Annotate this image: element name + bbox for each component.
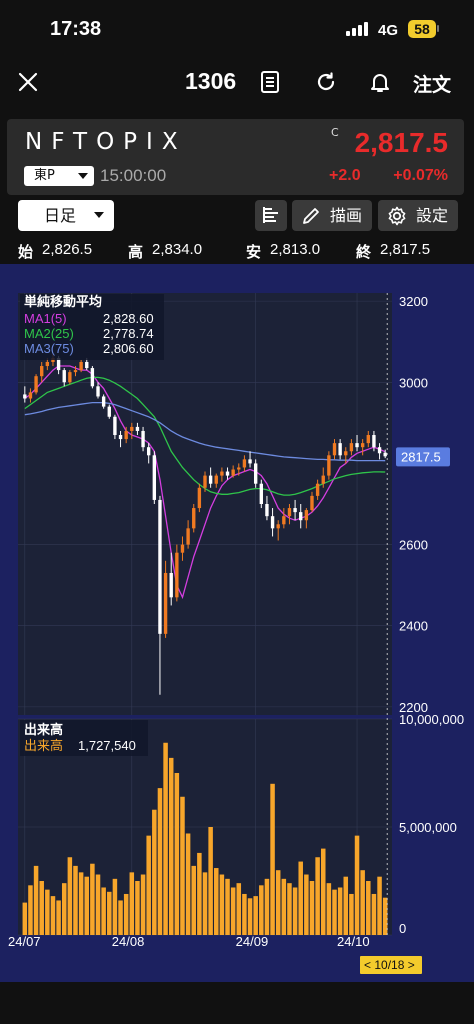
period-select[interactable]: 日足 bbox=[18, 200, 114, 231]
close-flag: C bbox=[331, 126, 339, 139]
document-icon[interactable] bbox=[259, 70, 283, 94]
low-label: 安 bbox=[246, 244, 262, 261]
bar-list-icon bbox=[263, 207, 278, 223]
draw-label: 描画 bbox=[330, 206, 363, 225]
price-change-percent: +0.07% bbox=[393, 167, 448, 184]
open-value: 2,826.5 bbox=[42, 241, 93, 258]
stock-code: 1306 bbox=[185, 68, 237, 94]
gear-icon bbox=[388, 206, 406, 226]
period-value: 日足 bbox=[44, 206, 77, 225]
high-label: 高 bbox=[128, 244, 144, 261]
battery-icon: 58 bbox=[408, 20, 436, 38]
nav-bar: 1306 注文 bbox=[0, 56, 474, 110]
low-value: 2,813.0 bbox=[270, 241, 321, 258]
status-bar: 17:38 4G 58 bbox=[0, 0, 474, 56]
exchange-value: 東P bbox=[34, 168, 55, 183]
settings-button[interactable]: 設定 bbox=[378, 200, 458, 231]
price-plot[interactable] bbox=[18, 293, 392, 715]
price-change: +2.0 bbox=[329, 167, 361, 184]
quote-panel: NFTOPIX 東P 15:00:00 C 2,817.5 +2.0 +0.07… bbox=[7, 119, 464, 195]
bell-icon[interactable] bbox=[368, 70, 392, 94]
settings-label: 設定 bbox=[416, 206, 449, 225]
chevron-down-icon bbox=[94, 212, 104, 218]
status-time: 17:38 bbox=[50, 18, 102, 40]
draw-button[interactable]: 描画 bbox=[292, 200, 372, 231]
volume-plot[interactable] bbox=[18, 719, 392, 935]
indicator-button[interactable] bbox=[255, 200, 287, 231]
order-button[interactable]: 注文 bbox=[413, 70, 451, 97]
quote-time: 15:00:00 bbox=[100, 166, 167, 185]
chart-toolbar: 日足 描画 設定 bbox=[0, 198, 474, 234]
network-type: 4G bbox=[378, 22, 399, 39]
chevron-down-icon bbox=[78, 173, 88, 179]
close-value: 2,817.5 bbox=[380, 241, 431, 258]
exchange-select[interactable]: 東P bbox=[24, 166, 94, 186]
close-icon[interactable] bbox=[16, 70, 40, 94]
battery-tip bbox=[437, 25, 439, 32]
current-price: 2,817.5 bbox=[354, 127, 448, 158]
open-label: 始 bbox=[18, 244, 34, 261]
refresh-icon[interactable] bbox=[314, 70, 338, 94]
signal-icon bbox=[346, 22, 372, 36]
ohlc-row: 始 2,826.5 高 2,834.0 安 2,813.0 終 2,817.5 bbox=[0, 238, 474, 262]
security-name: NFTOPIX bbox=[25, 129, 187, 155]
high-value: 2,834.0 bbox=[152, 241, 203, 258]
pencil-icon bbox=[303, 208, 319, 224]
close-label: 終 bbox=[356, 244, 372, 261]
